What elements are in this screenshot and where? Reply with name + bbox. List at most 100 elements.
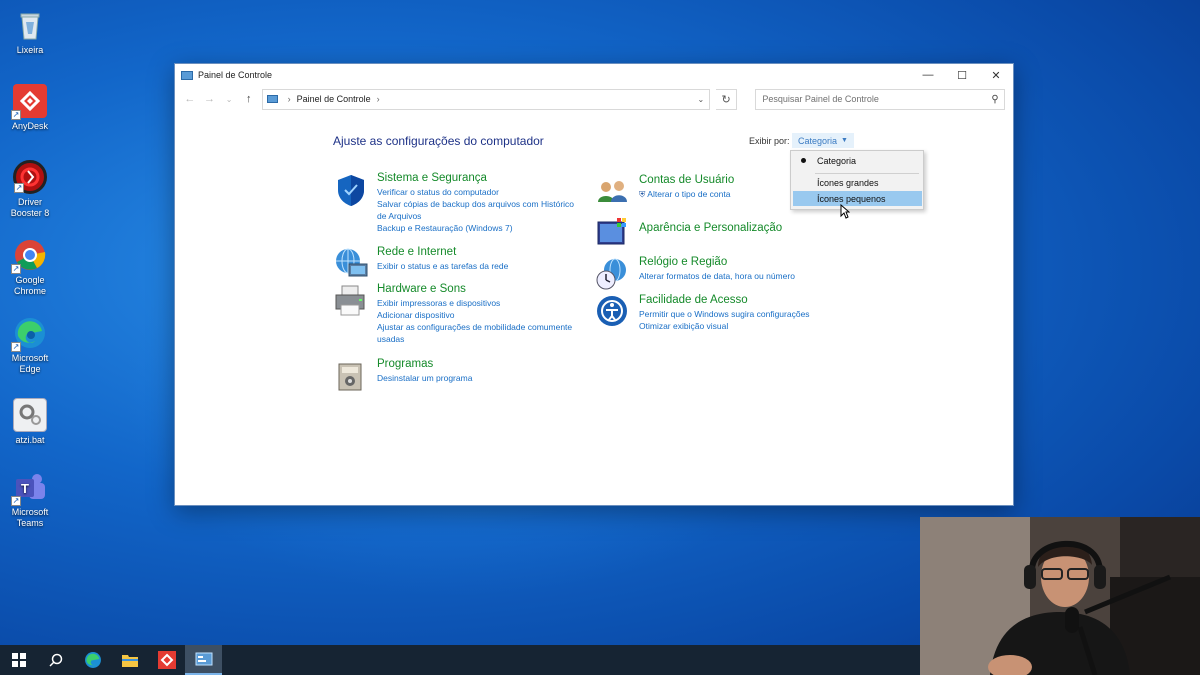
users-icon [595, 174, 633, 210]
category-link[interactable]: usadas [377, 333, 572, 345]
view-by-value: Categoria [798, 135, 838, 146]
caret-down-icon: ▼ [841, 137, 848, 144]
category-link[interactable]: Salvar cópias de backup dos arquivos com… [377, 198, 574, 210]
control-panel-icon [195, 652, 212, 666]
breadcrumb-separator-icon[interactable]: › [377, 94, 380, 104]
edge-icon: ↗ [11, 316, 47, 352]
category-title[interactable]: Sistema e Segurança [377, 172, 574, 184]
category-link[interactable]: Exibir o status e as tarefas da rede [377, 260, 508, 272]
search-icon [48, 653, 62, 667]
forward-arrow-icon[interactable]: → [203, 93, 217, 105]
desktop-icon-label: Lixeira [16, 45, 44, 55]
category-title[interactable]: Rede e Internet [377, 246, 508, 258]
address-row: ← → ⌄ ↑ › Painel de Controle › ⌄ ↻ Pesqu… [175, 86, 1013, 112]
chrome-icon: ↗ [11, 238, 47, 274]
desktop-icon-label: AnyDesk [11, 121, 48, 131]
control-panel-window: Painel de Controle — ☐ ✕ ← → ⌄ ↑ › Paine… [174, 63, 1014, 506]
category-link[interactable]: Verificar o status do computador [377, 186, 574, 198]
category-title[interactable]: Programas [377, 358, 472, 370]
shortcut-arrow-icon: ↗ [14, 183, 24, 193]
address-bar[interactable]: › Painel de Controle › ⌄ [261, 88, 710, 110]
taskbar-search-button[interactable] [37, 645, 74, 675]
desktop-icon-edge[interactable]: ↗ Microsoft Edge [4, 316, 56, 375]
category-ease-of-access: Facilidade de Acesso Permitir que o Wind… [595, 294, 810, 332]
up-arrow-icon[interactable]: ↑ [242, 93, 256, 105]
bat-file-icon [13, 398, 47, 432]
desktop-icon-label: Google Chrome [13, 275, 46, 296]
driver-booster-icon: ↗ [13, 160, 47, 194]
desktop-icon-bat[interactable]: atzi.bat [4, 398, 56, 446]
search-input[interactable]: Pesquisar Painel de Controle [762, 94, 986, 104]
network-globe-icon [333, 246, 371, 282]
radio-dot-icon [801, 158, 806, 163]
desktop-icon-driver-booster[interactable]: ↗ Driver Booster 8 [4, 160, 56, 219]
taskbar-edge[interactable] [74, 645, 111, 675]
category-title[interactable]: Relógio e Região [639, 256, 795, 268]
category-link[interactable]: Desinstalar um programa [377, 372, 472, 384]
edge-icon [84, 652, 101, 668]
window-title: Painel de Controle [198, 70, 273, 80]
category-title[interactable]: Contas de Usuário [639, 174, 734, 186]
category-link-text: Alterar o tipo de conta [647, 189, 731, 199]
maximize-button[interactable]: ☐ [945, 64, 979, 86]
recycle-bin-icon [13, 8, 47, 42]
desktop-icon-teams[interactable]: T ↗ Microsoft Teams [4, 470, 56, 529]
back-arrow-icon[interactable]: ← [183, 93, 197, 105]
taskbar-file-explorer[interactable] [111, 645, 148, 675]
category-link[interactable]: de Arquivos [377, 210, 574, 222]
svg-text:T: T [21, 481, 29, 496]
menu-item-small-icons[interactable]: Ícones pequenos [793, 191, 922, 206]
category-user-accounts: Contas de Usuário ⛨ Alterar o tipo de co… [595, 174, 734, 210]
category-clock-region: Relógio e Região Alterar formatos de dat… [595, 256, 795, 292]
start-button[interactable] [0, 645, 37, 675]
control-panel-icon [266, 95, 278, 103]
menu-item-label: Ícones pequenos [817, 193, 886, 204]
search-icon[interactable]: ⚲ [986, 94, 1004, 105]
category-link[interactable]: Backup e Restauração (Windows 7) [377, 222, 574, 234]
category-link[interactable]: Permitir que o Windows sugira configuraç… [639, 308, 810, 320]
desktop-icon-anydesk[interactable]: ↗ AnyDesk [4, 84, 56, 132]
category-hardware-sound: Hardware e Sons Exibir impressoras e dis… [333, 283, 572, 345]
monitor-palette-icon [595, 216, 633, 252]
category-system-security: Sistema e Segurança Verificar o status d… [333, 172, 574, 234]
desktop-icon-recycle-bin[interactable]: Lixeira [4, 8, 56, 56]
category-link[interactable]: ⛨ Alterar o tipo de conta [639, 188, 734, 200]
category-link[interactable]: Alterar formatos de data, hora ou número [639, 270, 795, 282]
recent-locations-chevron-icon[interactable]: ⌄ [222, 95, 236, 104]
breadcrumb-control-panel[interactable]: Painel de Controle [297, 94, 371, 104]
printer-icon [333, 283, 371, 319]
taskbar-anydesk[interactable] [148, 645, 185, 675]
close-button[interactable]: ✕ [979, 64, 1013, 86]
uac-shield-icon: ⛨ [639, 189, 646, 199]
breadcrumb-separator-icon[interactable]: › [288, 94, 291, 104]
refresh-button[interactable]: ↻ [715, 88, 738, 110]
desktop-icon-label: atzi.bat [15, 435, 45, 445]
shield-icon [333, 172, 371, 208]
teams-icon: T ↗ [11, 470, 47, 506]
chevron-down-icon[interactable]: ⌄ [693, 95, 709, 104]
category-title[interactable]: Aparência e Personalização [639, 222, 782, 234]
desktop-icon-label: Microsoft Edge [11, 353, 49, 374]
category-network-internet: Rede e Internet Exibir o status e as tar… [333, 246, 508, 282]
category-link[interactable]: Exibir impressoras e dispositivos [377, 297, 572, 309]
menu-item-categoria[interactable]: Categoria [793, 153, 922, 168]
clock-globe-icon [595, 256, 633, 292]
menu-separator [815, 173, 919, 174]
title-bar[interactable]: Painel de Controle — ☐ ✕ [175, 64, 1013, 86]
view-by-dropdown[interactable]: Categoria ▼ [792, 133, 854, 148]
search-box[interactable]: Pesquisar Painel de Controle ⚲ [755, 88, 1005, 110]
menu-item-large-icons[interactable]: Ícones grandes [793, 175, 922, 190]
category-programs: Programas Desinstalar um programa [333, 358, 472, 394]
minimize-button[interactable]: — [911, 64, 945, 86]
category-link[interactable]: Otimizar exibição visual [639, 320, 810, 332]
desktop-icon-chrome[interactable]: ↗ Google Chrome [4, 238, 56, 297]
category-title[interactable]: Hardware e Sons [377, 283, 572, 295]
category-link[interactable]: Adicionar dispositivo [377, 309, 572, 321]
anydesk-icon: ↗ [11, 84, 47, 120]
menu-item-label: Ícones grandes [817, 177, 879, 188]
category-title[interactable]: Facilidade de Acesso [639, 294, 810, 306]
shortcut-arrow-icon: ↗ [11, 496, 21, 506]
taskbar-control-panel[interactable] [185, 645, 222, 675]
accessibility-icon [595, 294, 633, 330]
category-link[interactable]: Ajustar as configurações de mobilidade c… [377, 321, 572, 333]
